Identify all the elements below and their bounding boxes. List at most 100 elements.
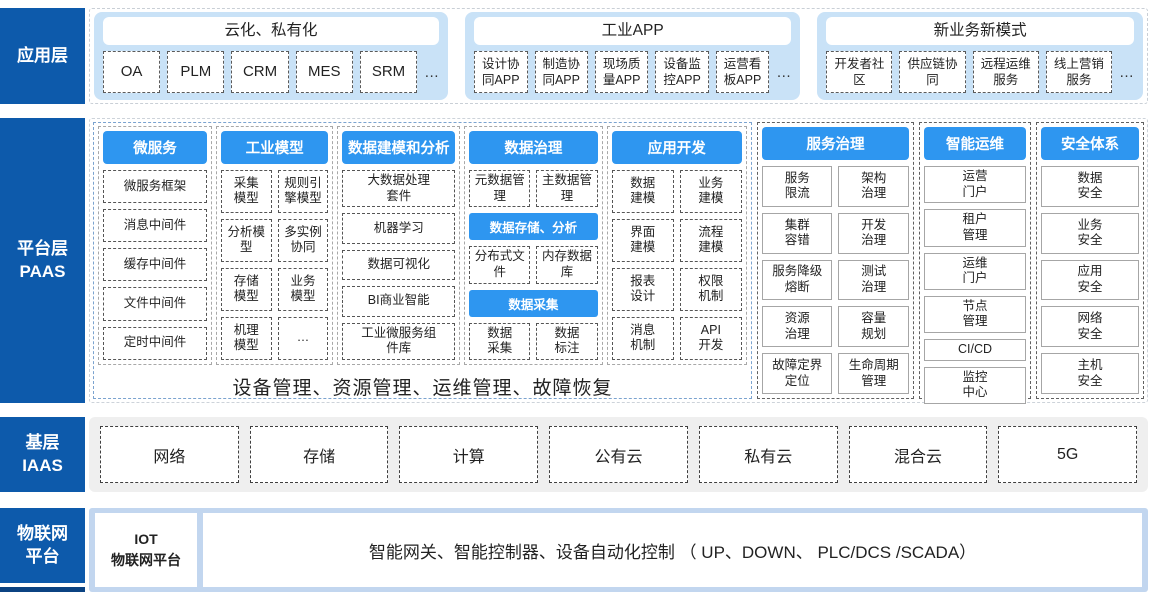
service-governance-item: 服务降级 熔断 bbox=[762, 260, 833, 301]
app-item: 开发者社区 bbox=[826, 51, 892, 93]
smart-ops-item: 运维 门户 bbox=[924, 253, 1026, 290]
iot-badge-title: IOT bbox=[134, 529, 157, 550]
ellipsis-more: … bbox=[424, 64, 439, 81]
panel-header-security: 安全体系 bbox=[1041, 127, 1139, 160]
app-group-industrial-app: 工业APP 设计协 同APP 制造协 同APP 现场质 量APP 设备监 控AP… bbox=[465, 12, 800, 100]
column-data-modeling: 数据建模和分析 大数据处理 套件 机器学习 数据可视化 BI商业智能 工业微服务… bbox=[337, 126, 460, 365]
panel-smart-ops: 智能运维 运营 门户 租户 管理 运维 门户 节点 管理 CI/CD 监控 中心 bbox=[919, 122, 1031, 399]
iaas-layer-content: 网络 存储 计算 公有云 私有云 混合云 5G bbox=[89, 417, 1148, 492]
column-header-data-governance: 数据治理 bbox=[469, 131, 598, 164]
app-dev-item: 数据 建模 bbox=[612, 170, 674, 213]
model-item: 业务 模型 bbox=[278, 268, 329, 311]
app-item: 设计协 同APP bbox=[474, 51, 527, 93]
panel-body: 服务 限流 架构 治理 集群 容错 开发 治理 服务降级 熔断 测试 治理 资源… bbox=[762, 166, 909, 394]
security-item: 主机 安全 bbox=[1041, 353, 1139, 394]
model-item: 规则引 擎模型 bbox=[278, 170, 329, 213]
model-item: 分析模 型 bbox=[221, 219, 272, 262]
model-item: 采集 模型 bbox=[221, 170, 272, 213]
iaas-item: 计算 bbox=[399, 426, 538, 483]
app-layer-label-text: 应用层 bbox=[17, 45, 68, 68]
app-layer-content: 云化、私有化 OA PLM CRM MES SRM … 工业APP 设计协 同A… bbox=[89, 8, 1148, 104]
app-item: 供应链协 同 bbox=[899, 51, 965, 93]
column-body: 元数据管 理 主数据管 理 数据存储、分析 分布式文 件 内存数据 库 数据采集… bbox=[469, 170, 598, 360]
paas-label-cn: 平台层 bbox=[17, 238, 68, 261]
bottom-edge-decoration bbox=[0, 587, 85, 592]
iot-layer-content: IOT 物联网平台 智能网关、智能控制器、设备自动化控制 （ UP、DOWN、 … bbox=[89, 508, 1148, 592]
microservice-item: 微服务框架 bbox=[103, 170, 207, 203]
group-title-industrial-app: 工业APP bbox=[474, 17, 791, 45]
iaas-item: 私有云 bbox=[699, 426, 838, 483]
iaas-item: 存储 bbox=[250, 426, 389, 483]
app-item: 线上营销 服务 bbox=[1046, 51, 1112, 93]
app-group-cloudization: 云化、私有化 OA PLM CRM MES SRM … bbox=[94, 12, 448, 100]
iot-platform-badge: IOT 物联网平台 bbox=[95, 513, 197, 587]
app-dev-item: 界面 建模 bbox=[612, 219, 674, 262]
panel-body: 运营 门户 租户 管理 运维 门户 节点 管理 CI/CD 监控 中心 bbox=[924, 166, 1026, 404]
app-item: 制造协 同APP bbox=[535, 51, 588, 93]
group-items: 设计协 同APP 制造协 同APP 现场质 量APP 设备监 控APP 运营看 … bbox=[474, 51, 791, 93]
column-data-governance: 数据治理 元数据管 理 主数据管 理 数据存储、分析 分布式文 件 内存数据 库 bbox=[464, 126, 603, 365]
data-modeling-item: BI商业智能 bbox=[342, 286, 455, 316]
model-item-ellipsis: … bbox=[278, 317, 329, 360]
security-item: 网络 安全 bbox=[1041, 306, 1139, 347]
governance-item: 数据 标注 bbox=[536, 323, 597, 360]
app-item: 运营看 板APP bbox=[716, 51, 769, 93]
security-item: 数据 安全 bbox=[1041, 166, 1139, 207]
app-dev-item: 业务 建模 bbox=[680, 170, 742, 213]
iot-main-text: 智能网关、智能控制器、设备自动化控制 （ UP、DOWN、 PLC/DCS /S… bbox=[369, 538, 976, 563]
iot-layer-row: 物联网 平台 IOT 物联网平台 智能网关、智能控制器、设备自动化控制 （ UP… bbox=[0, 508, 1148, 592]
paas-left-group: 微服务 微服务框架 消息中间件 缓存中间件 文件中间件 定时中间件 工业模型 bbox=[93, 122, 752, 399]
iaas-layer-label: 基层 IAAS bbox=[0, 417, 85, 492]
group-items: OA PLM CRM MES SRM … bbox=[103, 51, 439, 93]
app-layer-row: 应用层 云化、私有化 OA PLM CRM MES SRM … 工业APP 设计… bbox=[0, 8, 1148, 104]
app-dev-item: 权限 机制 bbox=[680, 268, 742, 311]
app-item: OA bbox=[103, 51, 160, 93]
app-layer-label: 应用层 bbox=[0, 8, 85, 104]
iot-label-cn: 物联网 bbox=[17, 523, 68, 546]
iot-layer-label: 物联网 平台 bbox=[0, 508, 85, 583]
ellipsis-more: … bbox=[1119, 64, 1134, 81]
iaas-item: 混合云 bbox=[849, 426, 988, 483]
architecture-diagram: 应用层 云化、私有化 OA PLM CRM MES SRM … 工业APP 设计… bbox=[0, 0, 1150, 592]
service-governance-item: 故障定界 定位 bbox=[762, 353, 833, 394]
governance-grid: 分布式文 件 内存数据 库 bbox=[469, 246, 598, 283]
microservice-item: 文件中间件 bbox=[103, 287, 207, 320]
panel-header-smart-ops: 智能运维 bbox=[924, 127, 1026, 160]
smart-ops-item: 租户 管理 bbox=[924, 209, 1026, 246]
governance-grid: 数据 采集 数据 标注 bbox=[469, 323, 598, 360]
panel-security: 安全体系 数据 安全 业务 安全 应用 安全 网络 安全 主机 安全 bbox=[1036, 122, 1144, 399]
app-item: 远程运维 服务 bbox=[973, 51, 1039, 93]
service-governance-item: 测试 治理 bbox=[838, 260, 909, 301]
column-body: 数据 建模 业务 建模 界面 建模 流程 建模 报表 设计 权限 机制 消息 机… bbox=[612, 170, 742, 360]
model-grid: 采集 模型 规则引 擎模型 分析模 型 多实例 协同 存储 模型 业务 模型 机… bbox=[221, 170, 328, 360]
microservice-item: 缓存中间件 bbox=[103, 248, 207, 281]
iaas-item: 网络 bbox=[100, 426, 239, 483]
group-title-new-business: 新业务新模式 bbox=[826, 17, 1134, 45]
column-header-app-dev: 应用开发 bbox=[612, 131, 742, 164]
app-dev-grid: 数据 建模 业务 建模 界面 建模 流程 建模 报表 设计 权限 机制 消息 机… bbox=[612, 170, 742, 360]
app-item: SRM bbox=[360, 51, 417, 93]
iaas-layer-row: 基层 IAAS 网络 存储 计算 公有云 私有云 混合云 5G bbox=[0, 417, 1148, 492]
iot-label-en: 平台 bbox=[26, 546, 60, 569]
iot-badge-subtitle: 物联网平台 bbox=[111, 550, 181, 571]
column-microservice: 微服务 微服务框架 消息中间件 缓存中间件 文件中间件 定时中间件 bbox=[98, 126, 212, 365]
column-header-microservice: 微服务 bbox=[103, 131, 207, 164]
panel-body: 数据 安全 业务 安全 应用 安全 网络 安全 主机 安全 bbox=[1041, 166, 1139, 394]
paas-layer-label: 平台层 PAAS bbox=[0, 118, 85, 403]
subheader-data-collection: 数据采集 bbox=[469, 290, 598, 317]
governance-grid: 元数据管 理 主数据管 理 bbox=[469, 170, 598, 207]
data-modeling-item: 工业微服务组 件库 bbox=[342, 323, 455, 360]
service-governance-item: 服务 限流 bbox=[762, 166, 833, 207]
smart-ops-item: 运营 门户 bbox=[924, 166, 1026, 203]
app-item: 设备监 控APP bbox=[655, 51, 708, 93]
column-app-dev: 应用开发 数据 建模 业务 建模 界面 建模 流程 建模 报表 设计 权限 机制… bbox=[607, 126, 747, 365]
smart-ops-item: 监控 中心 bbox=[924, 367, 1026, 404]
governance-item: 主数据管 理 bbox=[536, 170, 597, 207]
panel-header-service-governance: 服务治理 bbox=[762, 127, 909, 160]
subheader-data-storage-analysis: 数据存储、分析 bbox=[469, 213, 598, 240]
service-governance-item: 开发 治理 bbox=[838, 213, 909, 254]
security-item: 应用 安全 bbox=[1041, 260, 1139, 301]
iaas-item: 5G bbox=[998, 426, 1137, 483]
governance-item: 数据 采集 bbox=[469, 323, 530, 360]
paas-columns: 微服务 微服务框架 消息中间件 缓存中间件 文件中间件 定时中间件 工业模型 bbox=[98, 126, 747, 365]
